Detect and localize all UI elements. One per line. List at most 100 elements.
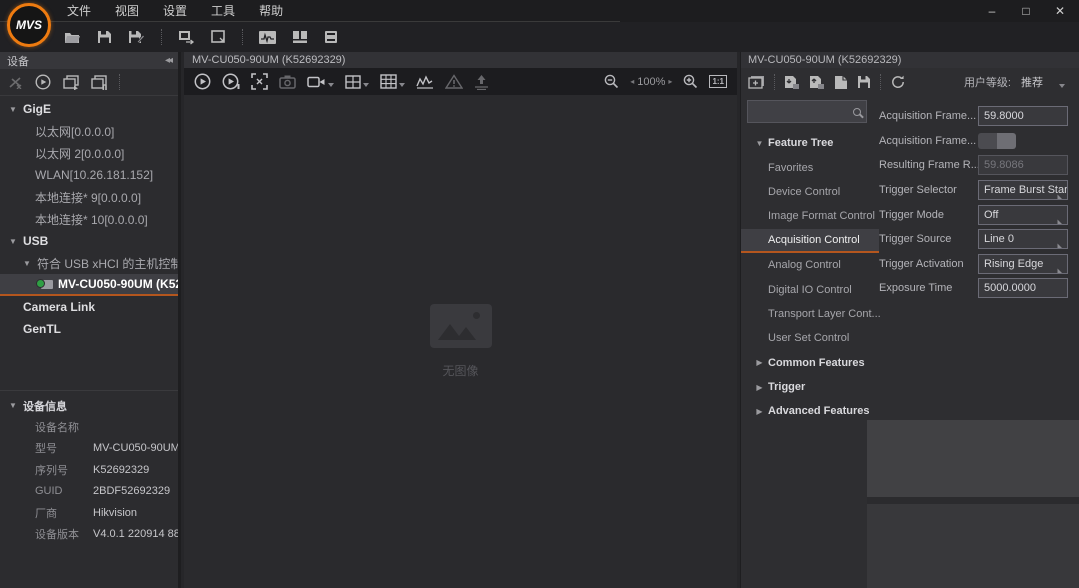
menu-settings[interactable]: 设置	[158, 2, 192, 19]
storage-icon[interactable]	[324, 30, 338, 44]
device-tree-item-local10[interactable]: 本地连接* 10[0.0.0.0]	[0, 208, 178, 230]
histogram-icon[interactable]	[416, 75, 434, 89]
swap-windows-icon[interactable]	[178, 30, 195, 45]
feature-item-analog-control[interactable]: Analog Control	[741, 253, 879, 277]
mvs-logo: MVS	[7, 3, 51, 47]
property-acquisition-frame-rate: Acquisition Frame...	[879, 104, 1079, 129]
device-info-header[interactable]: ▼设备信息	[0, 395, 178, 416]
chevron-right-icon: ▶	[754, 383, 765, 392]
zoom-level: ◂100%▸	[630, 76, 672, 88]
menu-help[interactable]: 帮助	[254, 2, 288, 19]
open-icon[interactable]	[64, 30, 81, 44]
disconnect-icon[interactable]	[8, 76, 23, 89]
feature-item-advanced-features[interactable]: ▶Advanced Features	[741, 399, 879, 423]
property-trigger-source: Trigger Source Line 0	[879, 227, 1079, 252]
export-config-icon[interactable]	[809, 75, 825, 89]
new-window-icon[interactable]	[211, 30, 226, 44]
feature-item-image-format-control[interactable]: Image Format Control	[741, 204, 879, 228]
save-icon[interactable]	[97, 30, 112, 44]
acquisition-frame-rate-input[interactable]	[978, 106, 1068, 126]
device-tree-item-cameralink[interactable]: Camera Link	[0, 296, 178, 318]
save-image-icon[interactable]	[474, 74, 489, 90]
zoom-dec-icon[interactable]: ◂	[630, 77, 634, 86]
device-tree-item-gentl[interactable]: GenTL	[0, 318, 178, 340]
device-tree-item-gige[interactable]: ▼GigE	[0, 98, 178, 120]
stop-all-icon[interactable]	[91, 75, 107, 90]
property-trigger-activation: Trigger Activation Rising Edge	[879, 252, 1079, 277]
waveform-icon[interactable]	[259, 31, 276, 44]
feature-item-digital-io-control[interactable]: Digital IO Control	[741, 277, 879, 301]
feature-item-common-features[interactable]: ▶Common Features	[741, 351, 879, 375]
one-to-one-icon[interactable]: 1:1	[709, 75, 727, 88]
fit-window-icon[interactable]	[251, 73, 268, 90]
preview-tab[interactable]: MV-CU050-90UM (K52692329)	[184, 52, 737, 68]
chevron-down-icon	[399, 83, 405, 87]
trigger-selector-select[interactable]: Frame Burst Star...	[978, 180, 1068, 200]
chevron-down-icon: ▼	[8, 401, 18, 410]
property-list: Acquisition Frame... Acquisition Frame..…	[879, 104, 1079, 301]
user-level: 用户等级: 推荐	[964, 72, 1079, 92]
user-level-label: 用户等级:	[964, 74, 1011, 90]
feature-panel-toolbar: 用户等级: 推荐	[741, 68, 1079, 96]
feature-item-favorites[interactable]: Favorites	[741, 155, 879, 179]
feature-item-user-set-control[interactable]: User Set Control	[741, 326, 879, 350]
layout-icon[interactable]	[292, 30, 308, 44]
device-tree-item-wlan[interactable]: WLAN[10.26.181.152]	[0, 164, 178, 186]
maximize-button[interactable]: □	[1015, 2, 1037, 20]
zoom-inc-icon[interactable]: ▸	[668, 77, 672, 86]
device-tree-item-camera[interactable]: MV-CU050-90UM (K5269...	[0, 274, 178, 296]
menu-view[interactable]: 视图	[110, 2, 144, 19]
feature-item-transport-layer[interactable]: Transport Layer Cont...	[741, 302, 879, 326]
minimize-button[interactable]: –	[981, 2, 1003, 20]
device-tree-item-usb-host[interactable]: ▼符合 USB xHCI 的主机控制器	[0, 252, 178, 274]
toolbar-separator	[880, 74, 881, 90]
start-acquisition-icon[interactable]	[35, 74, 51, 90]
split-quad-icon[interactable]	[345, 75, 369, 89]
zoom-in-icon[interactable]	[683, 74, 698, 89]
menu-tools[interactable]: 工具	[206, 2, 240, 19]
info-row-guid: GUID2BDF52692329	[0, 481, 178, 503]
chevron-down-icon: ▼	[8, 237, 18, 246]
record-icon[interactable]	[307, 75, 334, 89]
snapshot-icon[interactable]	[279, 75, 296, 89]
description-area	[867, 420, 1079, 497]
search-icon[interactable]	[853, 108, 861, 116]
zoom-out-icon[interactable]	[604, 74, 619, 89]
frame-rate-enable-toggle[interactable]	[978, 133, 1016, 149]
titlebar: 文件 视图 设置 工具 帮助 – □ ✕	[0, 0, 1079, 22]
refresh-icon[interactable]	[890, 74, 906, 90]
start-preview-icon[interactable]	[194, 73, 211, 90]
import-config-icon[interactable]	[784, 75, 800, 89]
exposure-time-input[interactable]	[978, 278, 1068, 298]
property-acquisition-frame-rate-enable: Acquisition Frame...	[879, 129, 1079, 154]
trigger-source-select[interactable]: Line 0	[978, 229, 1068, 249]
feature-tree: ▼Feature Tree Favorites Device Control I…	[741, 131, 879, 424]
device-tree-item-local9[interactable]: 本地连接* 9[0.0.0.0]	[0, 186, 178, 208]
user-level-select[interactable]: 推荐	[1017, 72, 1069, 92]
toolbar-separator	[242, 29, 243, 45]
search-input[interactable]	[750, 102, 842, 121]
close-button[interactable]: ✕	[1049, 2, 1071, 20]
device-tree-item-ethernet2[interactable]: 以太网 2[0.0.0.0]	[0, 142, 178, 164]
image-canvas: 无图像	[184, 95, 737, 588]
menu-file[interactable]: 文件	[62, 2, 96, 19]
camera-status-icon	[36, 279, 53, 290]
trigger-mode-select[interactable]: Off	[978, 205, 1068, 225]
device-tree-item-ethernet[interactable]: 以太网[0.0.0.0]	[0, 120, 178, 142]
start-once-icon[interactable]	[222, 73, 240, 90]
save-as-icon[interactable]	[128, 30, 145, 44]
start-all-icon[interactable]	[63, 75, 79, 90]
split-grid-icon[interactable]	[380, 74, 405, 89]
feature-tree-root[interactable]: ▼Feature Tree	[741, 131, 879, 155]
save-config-icon[interactable]	[857, 75, 871, 89]
document-icon[interactable]	[834, 75, 848, 89]
feature-item-device-control[interactable]: Device Control	[741, 180, 879, 204]
trigger-activation-select[interactable]: Rising Edge	[978, 254, 1068, 274]
device-tree-item-usb[interactable]: ▼USB	[0, 230, 178, 252]
info-row-version: 设备版本V4.0.1 220914 8875...	[0, 524, 178, 546]
feature-item-trigger[interactable]: ▶Trigger	[741, 375, 879, 399]
attribute-tile-icon[interactable]	[748, 75, 765, 89]
collapse-panel-icon[interactable]: ◂◂	[165, 55, 171, 66]
feature-item-acquisition-control[interactable]: Acquisition Control	[741, 229, 879, 253]
warning-icon[interactable]	[445, 74, 463, 89]
